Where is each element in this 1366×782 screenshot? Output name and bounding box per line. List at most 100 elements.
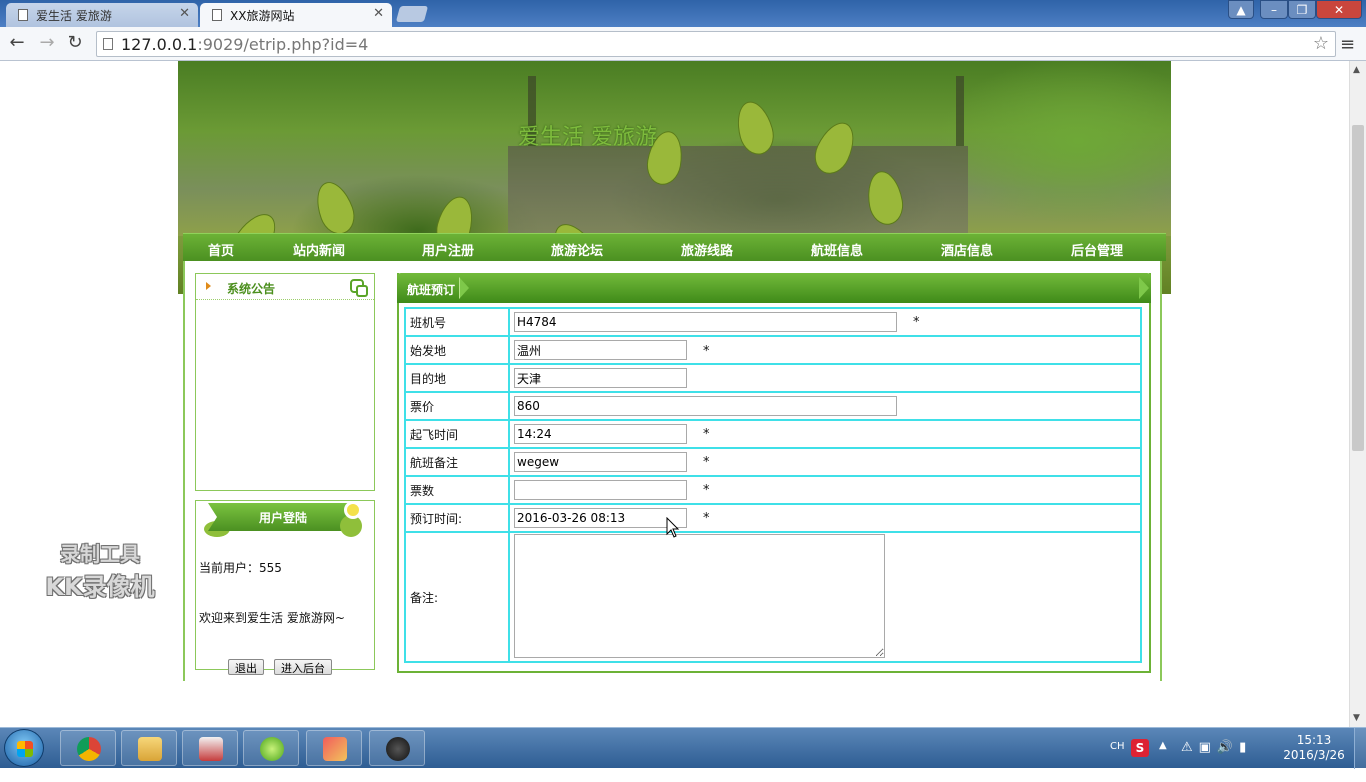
form-cell: * bbox=[508, 307, 1142, 337]
tray-icons[interactable]: ⚠▣🔊▮ bbox=[1181, 740, 1252, 781]
show-desktop-button[interactable] bbox=[1354, 728, 1366, 769]
logout-button[interactable]: 退出 bbox=[228, 659, 264, 675]
close-icon[interactable]: ✕ bbox=[179, 6, 190, 21]
flight-note-label: 航班备注 bbox=[404, 447, 510, 477]
taskbar: CH S ▲ ⚠▣🔊▮ 15:13 2016/3/26 bbox=[0, 727, 1366, 769]
required-mark: * bbox=[913, 315, 920, 330]
form-cell: * bbox=[508, 447, 1142, 477]
form-row: 预订时间: * bbox=[404, 503, 1142, 533]
tab-inactive[interactable]: 爱生活 爱旅游 ✕ bbox=[6, 3, 198, 27]
chrome-icon bbox=[77, 737, 101, 761]
clock[interactable]: 15:13 2016/3/26 bbox=[1278, 733, 1350, 763]
nav-register[interactable]: 用户注册 bbox=[422, 240, 474, 259]
nav-forum[interactable]: 旅游论坛 bbox=[551, 240, 603, 259]
new-tab-button[interactable] bbox=[395, 6, 429, 22]
scroll-down-icon[interactable]: ▼ bbox=[1353, 713, 1360, 723]
form-row: 票数 * bbox=[404, 475, 1142, 505]
destination-label: 目的地 bbox=[404, 363, 510, 393]
welcome-text: 欢迎来到爱生活 爱旅游网~ bbox=[199, 611, 345, 625]
form-cell bbox=[508, 363, 1142, 393]
window-close-button[interactable]: ✕ bbox=[1316, 0, 1362, 19]
notice-header: 系统公告 bbox=[196, 274, 374, 300]
windows-logo-icon bbox=[17, 741, 33, 757]
nav-news[interactable]: 站内新闻 bbox=[293, 240, 345, 259]
address-bar[interactable]: 127.0.0.1:9029/etrip.php?id=4 ☆ bbox=[96, 31, 1336, 57]
user-icon[interactable]: ▲ bbox=[1228, 0, 1254, 19]
required-mark: * bbox=[703, 455, 710, 470]
login-panel: 用户登陆 当前用户：555 欢迎来到爱生活 爱旅游网~ 退出 进入后台 bbox=[195, 500, 375, 675]
taskbar-app[interactable] bbox=[182, 730, 238, 766]
app-icon bbox=[386, 737, 410, 761]
app-icon bbox=[260, 737, 284, 761]
ime-icon[interactable]: S bbox=[1131, 739, 1149, 757]
url-text[interactable]: 127.0.0.1:9029/etrip.php?id=4 bbox=[121, 35, 368, 54]
taskbar-app[interactable] bbox=[369, 730, 425, 766]
notice-panel: 系统公告 bbox=[195, 273, 375, 491]
form-cell bbox=[508, 531, 1142, 663]
nav-flights[interactable]: 航班信息 bbox=[811, 240, 863, 259]
more-icon[interactable] bbox=[350, 279, 368, 297]
scroll-thumb[interactable] bbox=[1352, 125, 1364, 451]
nav-home[interactable]: 首页 bbox=[208, 240, 234, 259]
notice-title: 系统公告 bbox=[227, 282, 276, 296]
enter-admin-button[interactable]: 进入后台 bbox=[274, 659, 332, 675]
form-row: 票价 bbox=[404, 391, 1142, 421]
scroll-up-icon[interactable]: ▲ bbox=[1353, 65, 1360, 75]
nav-routes[interactable]: 旅游线路 bbox=[681, 240, 733, 259]
browser-titlebar: 爱生活 爱旅游 ✕ XX旅游网站 ✕ ▲ – ❐ ✕ bbox=[0, 0, 1366, 27]
maximize-button[interactable]: ❐ bbox=[1288, 0, 1316, 19]
arrow-right-icon bbox=[206, 282, 211, 290]
ticket-count-input[interactable] bbox=[514, 480, 687, 500]
remarks-label: 备注: bbox=[404, 531, 510, 663]
required-mark: * bbox=[703, 483, 710, 498]
booking-form: 班机号 * 始发地 * 目的地 票价 起飞时间 * 航班备注 * 票数 * 预订… bbox=[404, 307, 1142, 663]
page-icon bbox=[212, 9, 222, 21]
page-scrollbar[interactable]: ▲ ▼ bbox=[1349, 61, 1366, 727]
form-row: 起飞时间 * bbox=[404, 419, 1142, 449]
taskbar-app[interactable] bbox=[243, 730, 299, 766]
reload-icon[interactable]: ↻ bbox=[64, 33, 86, 55]
form-cell: * bbox=[508, 419, 1142, 449]
form-cell: * bbox=[508, 475, 1142, 505]
bookmark-star-icon[interactable]: ☆ bbox=[1313, 33, 1329, 54]
input-language[interactable]: CH bbox=[1110, 741, 1125, 782]
minimize-button[interactable]: – bbox=[1260, 0, 1288, 19]
tab-title: XX旅游网站 bbox=[230, 9, 295, 23]
required-mark: * bbox=[703, 343, 710, 359]
watermark-line2: KK录像机 bbox=[45, 573, 155, 601]
form-row: 航班备注 * bbox=[404, 447, 1142, 477]
menu-icon[interactable]: ≡ bbox=[1340, 34, 1360, 55]
departure-time-input[interactable] bbox=[514, 424, 687, 444]
booking-time-input[interactable] bbox=[514, 508, 687, 528]
booking-header: 航班预订 bbox=[397, 273, 1151, 303]
login-title: 用户登陆 bbox=[258, 511, 307, 525]
taskbar-explorer[interactable] bbox=[121, 730, 177, 766]
form-row: 始发地 * bbox=[404, 335, 1142, 365]
login-ribbon: 用户登陆 bbox=[208, 503, 358, 531]
forward-arrow-icon[interactable]: → bbox=[36, 33, 58, 55]
price-input[interactable] bbox=[514, 396, 897, 416]
destination-input[interactable] bbox=[514, 368, 687, 388]
required-mark: * bbox=[703, 511, 710, 526]
flower-icon bbox=[344, 501, 362, 519]
flight-no-input[interactable] bbox=[514, 312, 897, 332]
mouse-pointer-icon bbox=[666, 517, 680, 538]
back-arrow-icon[interactable]: ← bbox=[6, 33, 28, 55]
watermark-line1: 录制工具 bbox=[60, 542, 140, 566]
remarks-textarea[interactable] bbox=[514, 533, 885, 658]
origin-input[interactable] bbox=[514, 340, 687, 360]
clock-date: 2016/3/26 bbox=[1283, 748, 1345, 762]
tab-title: 爱生活 爱旅游 bbox=[36, 9, 112, 23]
show-hidden-icons[interactable]: ▲ bbox=[1159, 740, 1167, 781]
nav-hotels[interactable]: 酒店信息 bbox=[941, 240, 993, 259]
form-cell: * bbox=[508, 503, 1142, 533]
banner-leaf bbox=[309, 176, 361, 240]
tab-active[interactable]: XX旅游网站 ✕ bbox=[200, 3, 392, 27]
taskbar-app[interactable] bbox=[306, 730, 362, 766]
form-row: 备注: bbox=[404, 531, 1142, 663]
flight-note-input[interactable] bbox=[514, 452, 687, 472]
taskbar-chrome[interactable] bbox=[60, 730, 116, 766]
nav-admin[interactable]: 后台管理 bbox=[1071, 240, 1123, 259]
start-button[interactable] bbox=[4, 729, 44, 767]
close-icon[interactable]: ✕ bbox=[373, 6, 384, 21]
